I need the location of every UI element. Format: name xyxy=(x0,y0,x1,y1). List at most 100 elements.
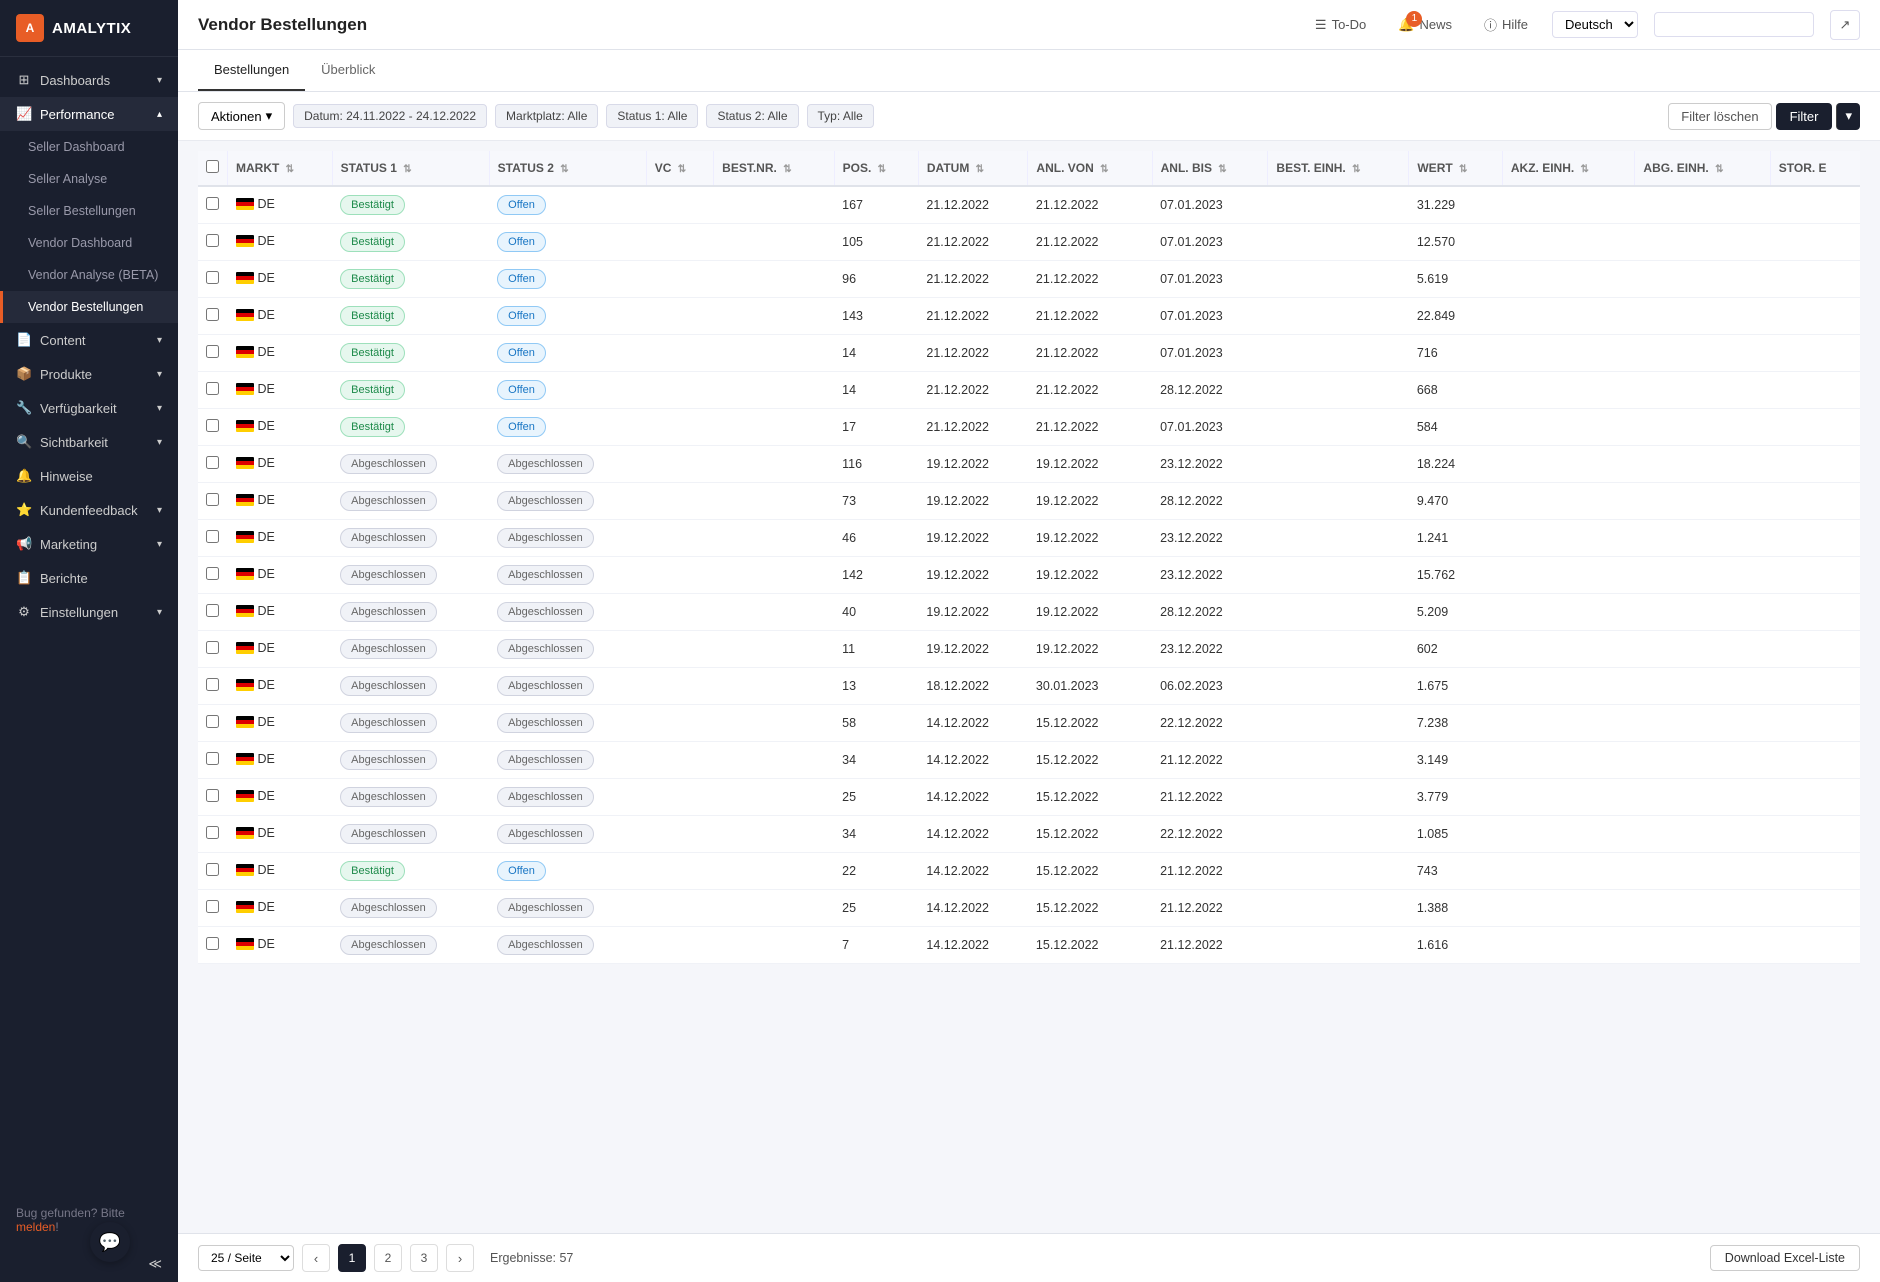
sidebar-item-vendor-analyse[interactable]: Vendor Analyse (BETA) xyxy=(0,259,178,291)
sidebar-item-verfugbarkeit[interactable]: 🔧 Verfügbarkeit ▾ xyxy=(0,391,178,425)
row-checkbox-cell[interactable] xyxy=(198,742,228,779)
col-akz-einh[interactable]: AKZ. EINH. ⇅ xyxy=(1502,151,1635,186)
row-checkbox[interactable] xyxy=(206,530,219,543)
filter-expand-button[interactable]: ▾ xyxy=(1836,103,1860,130)
col-status1[interactable]: STATUS 1 ⇅ xyxy=(332,151,489,186)
page-1-button[interactable]: 1 xyxy=(338,1244,366,1272)
cell-vc xyxy=(646,631,713,668)
row-checkbox[interactable] xyxy=(206,234,219,247)
news-button[interactable]: 🔔 1 News xyxy=(1390,13,1460,37)
row-checkbox-cell[interactable] xyxy=(198,631,228,668)
col-pos[interactable]: POS. ⇅ xyxy=(834,151,918,186)
row-checkbox-cell[interactable] xyxy=(198,668,228,705)
page-2-button[interactable]: 2 xyxy=(374,1244,402,1272)
row-checkbox[interactable] xyxy=(206,937,219,950)
col-anl-von[interactable]: ANL. VON ⇅ xyxy=(1028,151,1152,186)
row-checkbox[interactable] xyxy=(206,308,219,321)
row-checkbox-cell[interactable] xyxy=(198,483,228,520)
pagination: 25 / Seite 50 / Seite 100 / Seite ‹ 1 2 … xyxy=(178,1233,1880,1282)
row-checkbox[interactable] xyxy=(206,271,219,284)
prev-page-button[interactable]: ‹ xyxy=(302,1244,330,1272)
row-checkbox[interactable] xyxy=(206,604,219,617)
sidebar-item-vendor-dashboard[interactable]: Vendor Dashboard xyxy=(0,227,178,259)
row-checkbox-cell[interactable] xyxy=(198,298,228,335)
col-bestnr[interactable]: BEST.NR. ⇅ xyxy=(714,151,834,186)
sidebar-item-performance[interactable]: 📈 Performance ▴ xyxy=(0,97,178,131)
filter-loschen-button[interactable]: Filter löschen xyxy=(1668,103,1771,130)
sidebar-item-seller-dashboard[interactable]: Seller Dashboard xyxy=(0,131,178,163)
download-excel-button[interactable]: Download Excel-Liste xyxy=(1710,1245,1860,1271)
row-checkbox-cell[interactable] xyxy=(198,594,228,631)
sidebar-item-dashboards[interactable]: ⊞ Dashboards ▾ xyxy=(0,63,178,97)
next-page-button[interactable]: › xyxy=(446,1244,474,1272)
sidebar-item-hinweise[interactable]: 🔔 Hinweise xyxy=(0,459,178,493)
row-checkbox[interactable] xyxy=(206,678,219,691)
cell-best-einh xyxy=(1268,705,1409,742)
col-stor[interactable]: STOR. E xyxy=(1770,151,1860,186)
row-checkbox[interactable] xyxy=(206,752,219,765)
row-checkbox-cell[interactable] xyxy=(198,186,228,224)
col-markt[interactable]: MARKT ⇅ xyxy=(228,151,333,186)
sidebar-item-einstellungen[interactable]: ⚙ Einstellungen ▾ xyxy=(0,595,178,629)
row-checkbox[interactable] xyxy=(206,456,219,469)
col-anl-bis[interactable]: ANL. BIS ⇅ xyxy=(1152,151,1268,186)
row-checkbox-cell[interactable] xyxy=(198,372,228,409)
page-3-button[interactable]: 3 xyxy=(410,1244,438,1272)
filter-button[interactable]: Filter xyxy=(1776,103,1833,130)
col-wert[interactable]: WERT ⇅ xyxy=(1409,151,1503,186)
sidebar-item-content[interactable]: 📄 Content ▾ xyxy=(0,323,178,357)
row-checkbox-cell[interactable] xyxy=(198,520,228,557)
tab-uberblick[interactable]: Überblick xyxy=(305,50,391,91)
row-checkbox-cell[interactable] xyxy=(198,853,228,890)
select-all-checkbox[interactable] xyxy=(206,160,219,173)
row-checkbox[interactable] xyxy=(206,345,219,358)
row-checkbox-cell[interactable] xyxy=(198,816,228,853)
search-input[interactable] xyxy=(1654,12,1814,37)
col-abg-einh[interactable]: ABG. EINH. ⇅ xyxy=(1635,151,1770,186)
page-size-select[interactable]: 25 / Seite 50 / Seite 100 / Seite xyxy=(198,1245,294,1271)
sidebar-item-seller-analyse[interactable]: Seller Analyse xyxy=(0,163,178,195)
row-checkbox[interactable] xyxy=(206,641,219,654)
row-checkbox[interactable] xyxy=(206,789,219,802)
actions-button[interactable]: Aktionen ▾ xyxy=(198,102,285,130)
row-checkbox-cell[interactable] xyxy=(198,446,228,483)
sidebar-item-kundenfeedback[interactable]: ⭐ Kundenfeedback ▾ xyxy=(0,493,178,527)
row-checkbox-cell[interactable] xyxy=(198,261,228,298)
language-select[interactable]: Deutsch English xyxy=(1552,11,1638,38)
sidebar-item-produkte[interactable]: 📦 Produkte ▾ xyxy=(0,357,178,391)
row-checkbox[interactable] xyxy=(206,900,219,913)
collapse-sidebar-button[interactable]: ≪ xyxy=(0,1246,178,1282)
sidebar-item-seller-bestellungen[interactable]: Seller Bestellungen xyxy=(0,195,178,227)
hilfe-button[interactable]: ⓘ Hilfe xyxy=(1476,11,1536,38)
row-checkbox[interactable] xyxy=(206,715,219,728)
sidebar-item-sichtbarkeit[interactable]: 🔍 Sichtbarkeit ▾ xyxy=(0,425,178,459)
row-checkbox[interactable] xyxy=(206,197,219,210)
select-all-header[interactable] xyxy=(198,151,228,186)
row-checkbox-cell[interactable] xyxy=(198,927,228,964)
col-vc[interactable]: VC ⇅ xyxy=(646,151,713,186)
sidebar-item-marketing[interactable]: 📢 Marketing ▾ xyxy=(0,527,178,561)
row-checkbox[interactable] xyxy=(206,493,219,506)
row-checkbox-cell[interactable] xyxy=(198,779,228,816)
row-checkbox-cell[interactable] xyxy=(198,705,228,742)
row-checkbox-cell[interactable] xyxy=(198,224,228,261)
row-checkbox[interactable] xyxy=(206,826,219,839)
chat-bubble[interactable]: 💬 xyxy=(90,1222,130,1262)
col-status2[interactable]: STATUS 2 ⇅ xyxy=(489,151,646,186)
row-checkbox[interactable] xyxy=(206,567,219,580)
col-best-einh[interactable]: BEST. EINH. ⇅ xyxy=(1268,151,1409,186)
external-link-button[interactable]: ↗ xyxy=(1830,10,1860,40)
sidebar-item-berichte[interactable]: 📋 Berichte xyxy=(0,561,178,595)
row-checkbox-cell[interactable] xyxy=(198,335,228,372)
tab-bestellungen[interactable]: Bestellungen xyxy=(198,50,305,91)
bug-link[interactable]: melden xyxy=(16,1220,55,1234)
todo-button[interactable]: ☰ To-Do xyxy=(1307,13,1374,37)
row-checkbox-cell[interactable] xyxy=(198,409,228,446)
row-checkbox-cell[interactable] xyxy=(198,557,228,594)
col-datum[interactable]: DATUM ⇅ xyxy=(918,151,1028,186)
row-checkbox-cell[interactable] xyxy=(198,890,228,927)
row-checkbox[interactable] xyxy=(206,863,219,876)
sidebar-item-vendor-bestellungen[interactable]: Vendor Bestellungen xyxy=(0,291,178,323)
row-checkbox[interactable] xyxy=(206,419,219,432)
row-checkbox[interactable] xyxy=(206,382,219,395)
